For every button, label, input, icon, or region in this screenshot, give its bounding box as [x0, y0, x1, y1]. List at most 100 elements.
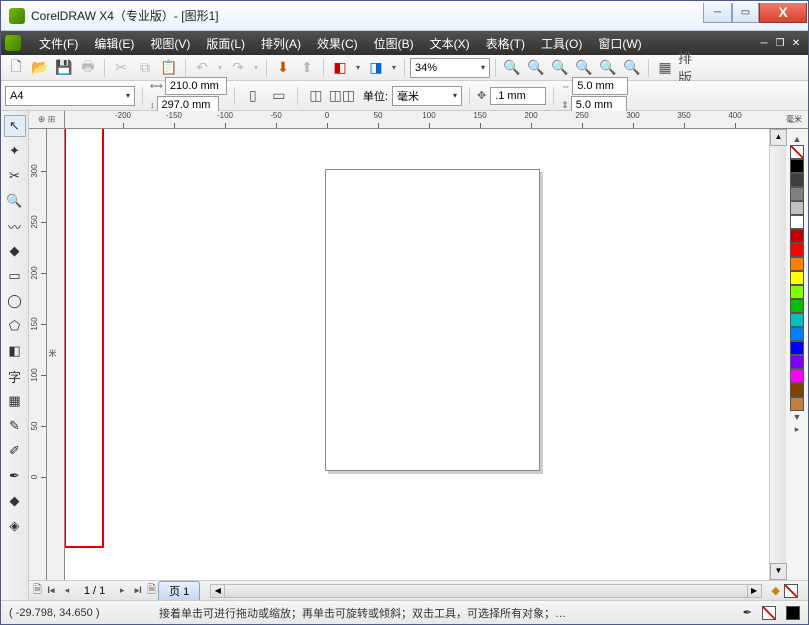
palette-down-icon[interactable]: ▼ — [793, 412, 802, 422]
zoom-tool[interactable]: 🔍 — [4, 190, 26, 212]
page-tab-1[interactable]: 页 1 — [158, 581, 200, 600]
menu-bitmaps[interactable]: 位图(B) — [366, 35, 422, 52]
swatch[interactable] — [790, 173, 804, 187]
swatch[interactable] — [790, 299, 804, 313]
nudge-input[interactable]: .1 mm — [490, 87, 546, 105]
scroll-right-icon[interactable]: ▶ — [747, 585, 761, 597]
undo-dropdown-icon[interactable]: ▾ — [215, 57, 225, 79]
shape-tool[interactable]: ✦ — [4, 140, 26, 162]
page-width-input[interactable]: 210.0 mm — [165, 77, 227, 95]
dup-x-input[interactable]: 5.0 mm — [572, 77, 628, 95]
polygon-tool[interactable]: ⬠ — [4, 315, 26, 337]
welcome-dropdown-icon[interactable]: ▾ — [389, 57, 399, 79]
interactive-tool[interactable]: ✎ — [4, 415, 26, 437]
drawing-viewport[interactable] — [65, 129, 769, 580]
menu-table[interactable]: 表格(T) — [478, 35, 533, 52]
launcher-dropdown-icon[interactable]: ▾ — [353, 57, 363, 79]
zoom-height-icon[interactable]: 🔍 — [621, 57, 643, 79]
swatch[interactable] — [790, 271, 804, 285]
mdi-restore-icon[interactable]: ❐ — [773, 38, 787, 49]
paper-size-dropdown[interactable]: A4▾ — [5, 86, 135, 106]
minimize-button[interactable]: ─ — [703, 3, 732, 23]
menu-edit[interactable]: 编辑(E) — [86, 35, 142, 52]
redo-button[interactable]: ↷ — [227, 57, 249, 79]
outline-tool[interactable]: ✒ — [4, 465, 26, 487]
fill-tool[interactable]: ◆ — [4, 490, 26, 512]
menu-text[interactable]: 文本(X) — [422, 35, 478, 52]
pages-same-button[interactable]: ◫ — [305, 85, 327, 107]
horizontal-ruler[interactable]: -200-150-100-50050100150200250300350400 — [65, 111, 780, 129]
swatch[interactable] — [790, 369, 804, 383]
swatch[interactable] — [790, 327, 804, 341]
swatch-none[interactable] — [790, 145, 804, 159]
fill-tool-icon[interactable]: ✒ — [743, 606, 752, 619]
next-page-button[interactable]: ▸ — [115, 585, 129, 596]
cut-button[interactable]: ✂ — [110, 57, 132, 79]
freehand-tool[interactable]: 〰 — [4, 215, 26, 237]
mdi-close-icon[interactable]: ✕ — [789, 38, 803, 49]
scroll-left-icon[interactable]: ◀ — [211, 585, 225, 597]
close-button[interactable]: X — [759, 3, 807, 23]
open-button[interactable]: 📂 — [29, 57, 51, 79]
swatch[interactable] — [790, 257, 804, 271]
import-button[interactable]: ⬇ — [272, 57, 294, 79]
crop-tool[interactable]: ✂ — [4, 165, 26, 187]
add-page-after-icon[interactable]: 🗎 — [147, 581, 156, 600]
basic-shapes-tool[interactable]: ◧ — [4, 340, 26, 362]
swatch[interactable] — [790, 243, 804, 257]
maximize-button[interactable]: ▭ — [732, 3, 759, 23]
menu-file[interactable]: 文件(F) — [31, 35, 86, 52]
redo-dropdown-icon[interactable]: ▾ — [251, 57, 261, 79]
swatch[interactable] — [790, 229, 804, 243]
zoom-in-icon[interactable]: 🔍 — [501, 57, 523, 79]
mdi-minimize-icon[interactable]: ─ — [757, 38, 771, 49]
fill-indicator-icon[interactable]: ◆ — [772, 584, 780, 598]
portrait-button[interactable]: ▯ — [242, 85, 264, 107]
prev-page-button[interactable]: ◂ — [60, 585, 74, 596]
palette-up-icon[interactable]: ▲ — [793, 134, 802, 144]
new-button[interactable]: 🗋 — [5, 57, 27, 79]
snap-button[interactable]: ▦ — [654, 57, 676, 79]
swatch[interactable] — [790, 355, 804, 369]
app-launcher-button[interactable]: ◧ — [329, 57, 351, 79]
no-fill-indicator[interactable] — [784, 584, 798, 598]
zoom-out-icon[interactable]: 🔍 — [525, 57, 547, 79]
menu-view[interactable]: 视图(V) — [142, 35, 198, 52]
horizontal-scrollbar[interactable]: ◀ ▶ — [210, 584, 761, 598]
swatch[interactable] — [790, 215, 804, 229]
scroll-down-icon[interactable]: ▼ — [770, 563, 787, 580]
last-page-button[interactable]: ▸I — [131, 585, 145, 596]
swatch[interactable] — [790, 397, 804, 411]
print-button[interactable]: 🖶 — [77, 57, 99, 79]
palette-menu-icon[interactable]: ▸ — [795, 424, 800, 435]
zoom-fit-icon[interactable]: 🔍 — [549, 57, 571, 79]
ellipse-tool[interactable]: ◯ — [4, 290, 26, 312]
export-button[interactable]: ⬆ — [296, 57, 318, 79]
menu-effects[interactable]: 效果(C) — [309, 35, 366, 52]
swatch[interactable] — [790, 285, 804, 299]
welcome-button[interactable]: ◨ — [365, 57, 387, 79]
unit-dropdown[interactable]: 毫米▾ — [392, 86, 462, 106]
swatch[interactable] — [790, 187, 804, 201]
copy-button[interactable]: ⧉ — [134, 57, 156, 79]
swatch[interactable] — [790, 159, 804, 173]
swatch[interactable] — [790, 201, 804, 215]
menu-window[interactable]: 窗口(W) — [590, 35, 649, 52]
swatch[interactable] — [790, 383, 804, 397]
table-tool[interactable]: ▦ — [4, 390, 26, 412]
add-page-icon[interactable]: 🗎 — [33, 581, 42, 600]
first-page-button[interactable]: I◂ — [44, 585, 58, 596]
save-button[interactable]: 💾 — [53, 57, 75, 79]
ruler-origin[interactable]: ⊕ ⊞ — [29, 111, 65, 129]
menu-layout[interactable]: 版面(L) — [198, 35, 253, 52]
menu-tools[interactable]: 工具(O) — [533, 35, 590, 52]
current-outline-swatch[interactable] — [786, 606, 800, 620]
eyedropper-tool[interactable]: ✐ — [4, 440, 26, 462]
zoom-page-icon[interactable]: 🔍 — [573, 57, 595, 79]
vertical-scrollbar[interactable]: ▲ ▼ — [769, 129, 786, 580]
vertical-ruler[interactable]: 300250200150100500 — [29, 129, 47, 580]
document-icon[interactable] — [5, 35, 21, 51]
current-fill-swatch[interactable] — [762, 606, 776, 620]
landscape-button[interactable]: ▭ — [268, 85, 290, 107]
paste-button[interactable]: 📋 — [158, 57, 180, 79]
